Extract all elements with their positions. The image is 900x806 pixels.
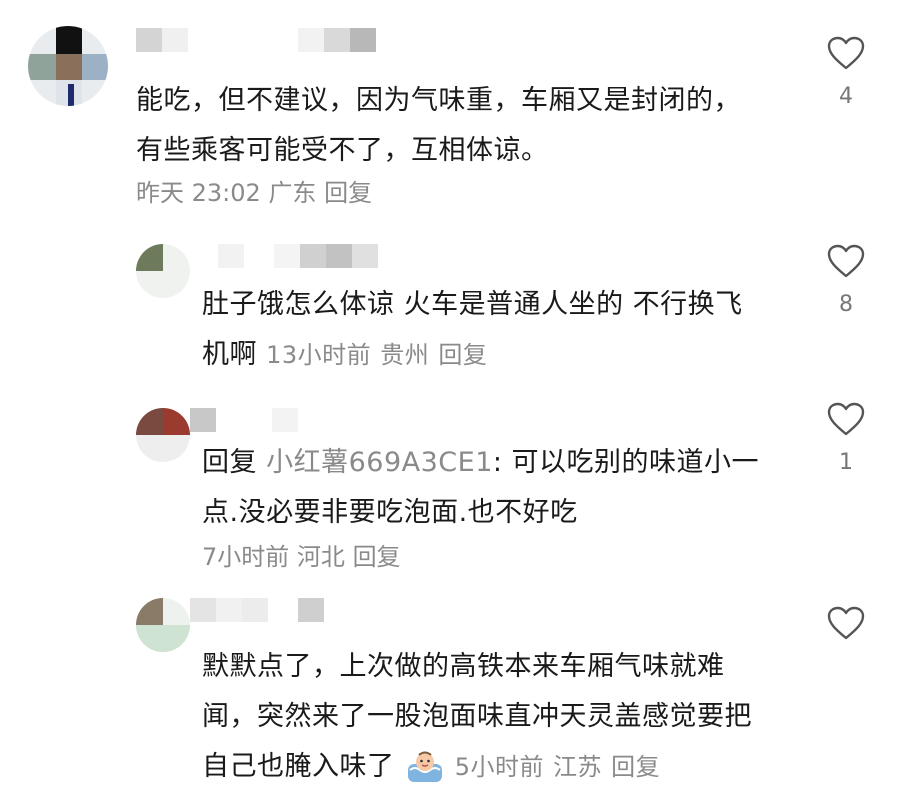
like-count: 1 — [839, 450, 853, 475]
heart-icon — [827, 606, 865, 640]
avatar[interactable] — [136, 598, 190, 652]
comment-2: 肚子饿怎么体谅 火车是普通人坐的 不行换飞 机啊 13小时前 贵州 回复 8 — [0, 220, 900, 400]
comment-3: 回复 小红薯669A3CE1: 可以吃别的味道小一 点.没必要非要吃泡面.也不好… — [0, 400, 900, 590]
timestamp: 13小时前 — [266, 341, 372, 369]
reply-prefix: 回复 — [202, 447, 257, 478]
like-button[interactable]: 8 — [816, 244, 876, 317]
heart-icon — [827, 36, 865, 70]
like-count: 4 — [839, 84, 853, 109]
username-blurred[interactable] — [218, 244, 378, 268]
comment-meta: 昨天 23:02 广东 回复 — [136, 176, 372, 210]
timestamp: 5小时前 — [454, 753, 544, 781]
avatar[interactable] — [136, 408, 190, 462]
heart-icon — [827, 402, 865, 436]
like-button[interactable]: 1 — [816, 402, 876, 475]
location: 贵州 — [380, 341, 430, 369]
location: 广东 — [268, 179, 317, 207]
comment-1: 能吃，但不建议，因为气味重，车厢又是封闭的， 有些乘客可能受不了，互相体谅。 昨… — [0, 0, 900, 220]
mentioned-user[interactable]: 小红薯669A3CE1 — [266, 447, 493, 478]
reply-button[interactable]: 回复 — [324, 179, 372, 207]
username-blurred[interactable] — [190, 408, 298, 432]
comment-meta: 7小时前 河北 回复 — [202, 540, 401, 574]
reply-button[interactable]: 回复 — [353, 543, 401, 571]
comment-text: 回复 小红薯669A3CE1: 可以吃别的味道小一 点.没必要非要吃泡面.也不好… — [202, 447, 760, 528]
heart-icon — [827, 244, 865, 278]
timestamp: 昨天 23:02 — [136, 179, 261, 207]
avatar[interactable] — [136, 244, 190, 298]
comment-text: 能吃，但不建议，因为气味重，车厢又是封闭的， 有些乘客可能受不了，互相体谅。 — [136, 85, 741, 166]
comment-4: 默默点了，上次做的高铁本来车厢气味就难 闻，突然来了一股泡面味直冲天灵盖感觉要把… — [0, 590, 900, 806]
avatar[interactable] — [28, 26, 108, 106]
username-blurred[interactable] — [190, 598, 324, 622]
emoji-sticker-icon — [404, 750, 446, 786]
like-button[interactable]: 4 — [816, 36, 876, 109]
comment-text: 肚子饿怎么体谅 火车是普通人坐的 不行换飞 机啊 13小时前 贵州 回复 — [202, 289, 743, 370]
comment-text: 默默点了，上次做的高铁本来车厢气味就难 闻，突然来了一股泡面味直冲天灵盖感觉要把… — [202, 642, 752, 792]
reply-button[interactable]: 回复 — [438, 341, 487, 369]
username-blurred[interactable] — [136, 28, 376, 52]
like-count: 8 — [839, 292, 853, 317]
timestamp: 7小时前 — [202, 543, 290, 571]
like-button[interactable] — [816, 606, 876, 654]
reply-button[interactable]: 回复 — [611, 753, 660, 781]
location: 江苏 — [553, 753, 603, 781]
location: 河北 — [296, 543, 345, 571]
